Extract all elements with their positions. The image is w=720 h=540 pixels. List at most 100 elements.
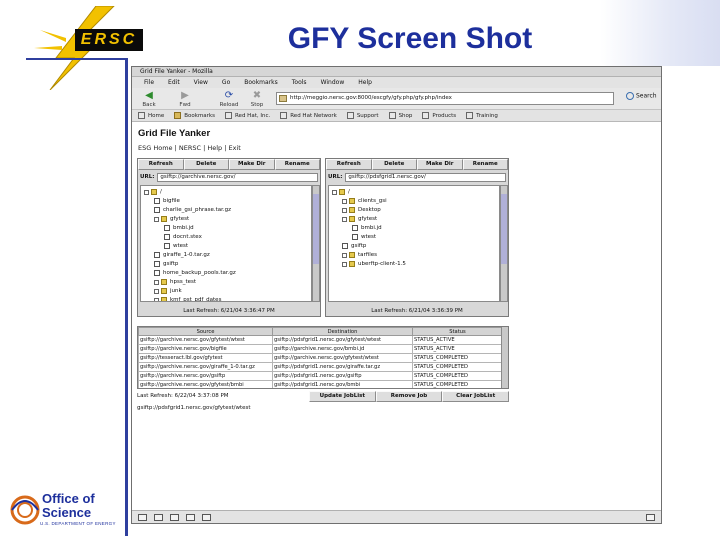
composer-icon[interactable] xyxy=(154,514,163,521)
expand-toggle-icon[interactable] xyxy=(154,279,159,285)
menu-go[interactable]: Go xyxy=(222,79,230,86)
remove-job-button[interactable]: Remove Job xyxy=(375,390,443,402)
job-table-row[interactable]: gsiftp://garchive.nersc.gov/giraffe_1-0.… xyxy=(138,362,503,372)
expand-toggle-icon[interactable] xyxy=(342,261,347,267)
expand-toggle-icon[interactable] xyxy=(332,189,337,195)
tree-item[interactable]: / xyxy=(144,188,162,196)
menu-help[interactable]: Help xyxy=(358,79,372,86)
menu-tools[interactable]: Tools xyxy=(292,79,307,86)
left-delete-button[interactable]: Delete xyxy=(183,159,229,170)
destination-column-header[interactable]: Destination xyxy=(272,327,413,336)
left-tree-scrollbar[interactable] xyxy=(312,185,320,302)
job-table-row[interactable]: gsiftp://garchive.nersc.gov/gfytest/bmbi… xyxy=(138,380,503,388)
clear-joblist-button[interactable]: Clear JobList xyxy=(442,390,510,402)
bookmark-label: Red Hat, Inc. xyxy=(234,112,271,119)
left-refresh-button[interactable]: Refresh xyxy=(138,159,184,170)
bookmark-bookmarks[interactable]: Bookmarks xyxy=(174,112,215,119)
left-make-dir-button[interactable]: Make Dir xyxy=(229,159,275,170)
bookmark-redhat[interactable]: Red Hat, Inc. xyxy=(224,112,271,119)
app-nav-links[interactable]: ESG Home | NERSC | Help | Exit xyxy=(138,144,241,152)
source-column-header[interactable]: Source xyxy=(138,327,273,336)
bookmark-shop[interactable]: Shop xyxy=(388,112,412,119)
stop-button[interactable]: ✖ Stop xyxy=(246,90,268,110)
right-rename-button[interactable]: Rename xyxy=(462,159,508,170)
menu-file[interactable]: File xyxy=(144,79,154,86)
bookmark-products[interactable]: Products xyxy=(422,112,456,119)
bookmark-icon xyxy=(346,112,354,119)
tree-item[interactable]: gsiftp xyxy=(154,260,178,268)
tree-item[interactable]: / xyxy=(332,188,350,196)
right-delete-button[interactable]: Delete xyxy=(371,159,417,170)
bookmark-support[interactable]: Support xyxy=(346,112,379,119)
expand-toggle-icon[interactable] xyxy=(154,288,159,294)
job-table-row[interactable]: gsiftp://tesseract.lbl.gov/gfytest gsiftp… xyxy=(138,353,503,363)
back-button[interactable]: ◀ Back xyxy=(138,90,160,110)
tree-item[interactable]: gsiftp xyxy=(342,242,366,250)
bookmark-icon xyxy=(422,112,430,119)
forward-button[interactable]: ▶ Fwd xyxy=(174,90,196,110)
tree-item[interactable]: kmf_pst_pdf_dates xyxy=(154,296,221,301)
right-file-tree[interactable]: / clients_gsi Desktop gfytest bmbi.jd wtest gs… xyxy=(328,185,500,302)
left-file-tree[interactable]: / bigfile charlie_gsi_phrase.tar.gzgfytest… xyxy=(140,185,312,302)
job-table-row[interactable]: gsiftp://garchive.nersc.gov/bigfile gsift… xyxy=(138,344,503,354)
expand-toggle-icon[interactable] xyxy=(342,216,347,222)
menu-view[interactable]: View xyxy=(194,79,208,86)
tree-item[interactable]: tarfiles xyxy=(342,251,377,259)
tree-item[interactable]: gfytest xyxy=(154,215,189,223)
status-column-header[interactable]: Status xyxy=(412,327,503,336)
menu-window[interactable]: Window xyxy=(321,79,345,86)
expand-toggle-icon[interactable] xyxy=(154,297,159,301)
scrollbar-thumb[interactable] xyxy=(313,194,319,264)
browser-status-bar xyxy=(132,510,661,523)
right-url-field[interactable]: gsiftp://pdsfgrid1.nersc.gov/ xyxy=(345,172,506,182)
job-table-scrollbar[interactable] xyxy=(501,327,508,388)
tree-item[interactable]: clients_gsi xyxy=(342,197,387,205)
tree-item[interactable]: gfytest xyxy=(342,215,377,223)
editor-icon[interactable] xyxy=(202,514,211,521)
job-table-row[interactable]: gsiftp://garchive.nersc.gov/gfytest/wtes… xyxy=(138,335,503,345)
bookmark-home[interactable]: Home xyxy=(138,112,164,119)
tree-item[interactable]: wtest xyxy=(164,242,188,250)
tree-item[interactable]: hpss_test xyxy=(154,278,196,286)
right-make-dir-button[interactable]: Make Dir xyxy=(417,159,463,170)
tree-item[interactable]: Desktop xyxy=(342,206,381,214)
reload-button[interactable]: ⟳ Reload xyxy=(218,90,240,110)
tree-item[interactable]: uberftp-client-1.5 xyxy=(342,260,406,268)
bookmark-training[interactable]: Training xyxy=(466,112,498,119)
menu-edit[interactable]: Edit xyxy=(168,79,180,86)
right-tree-scrollbar[interactable] xyxy=(500,185,508,302)
job-table-row[interactable]: gsiftp://garchive.nersc.gov/gsiftp gsiftp… xyxy=(138,371,503,381)
tree-item[interactable]: charlie_gsi_phrase.tar.gz xyxy=(154,206,231,214)
menu-bookmarks[interactable]: Bookmarks xyxy=(244,79,278,86)
chat-icon[interactable] xyxy=(186,514,195,521)
doe-logo-subtitle: U.S. DEPARTMENT OF ENERGY xyxy=(40,521,116,526)
left-rename-button[interactable]: Rename xyxy=(274,159,320,170)
tree-item[interactable]: home_backup_pools.tar.gz xyxy=(154,269,236,277)
tree-item[interactable]: docnt.stex xyxy=(164,233,202,241)
tree-item[interactable]: wtest xyxy=(352,233,376,241)
tree-item[interactable]: bmbi.jd xyxy=(164,224,194,232)
bookmark-redhat-network[interactable]: Red Hat Network xyxy=(280,112,337,119)
expand-toggle-icon[interactable] xyxy=(342,198,347,204)
security-lock-icon[interactable] xyxy=(646,514,655,521)
expand-toggle-icon[interactable] xyxy=(154,216,159,222)
tree-item-label: Desktop xyxy=(358,207,381,213)
update-joblist-button[interactable]: Update JobList xyxy=(309,390,376,402)
left-url-field[interactable]: gsiftp://garchive.nersc.gov/ xyxy=(157,172,318,182)
address-bar[interactable]: http://meggio.nersc.gov:8000/escgfy/gfy.… xyxy=(276,92,614,105)
scrollbar-thumb[interactable] xyxy=(501,194,507,264)
right-refresh-button[interactable]: Refresh xyxy=(326,159,372,170)
address-book-icon[interactable] xyxy=(170,514,179,521)
left-url-row: URL: gsiftp://garchive.nersc.gov/ xyxy=(138,170,320,182)
tree-item[interactable]: bigfile xyxy=(154,197,180,205)
mail-icon[interactable] xyxy=(138,514,147,521)
search-button[interactable]: Search xyxy=(626,92,657,100)
destination-cell: gsiftp://pdsfgrid1.nersc.gov/bmbi xyxy=(272,380,413,388)
tree-item[interactable]: giraffe_1-0.tar.gz xyxy=(154,251,210,259)
tree-item[interactable]: bmbi.jd xyxy=(352,224,382,232)
expand-toggle-icon[interactable] xyxy=(342,207,347,213)
tree-item-label: gfytest xyxy=(170,216,190,222)
expand-toggle-icon[interactable] xyxy=(342,252,347,258)
expand-toggle-icon[interactable] xyxy=(144,189,149,195)
tree-item[interactable]: junk xyxy=(154,287,182,295)
